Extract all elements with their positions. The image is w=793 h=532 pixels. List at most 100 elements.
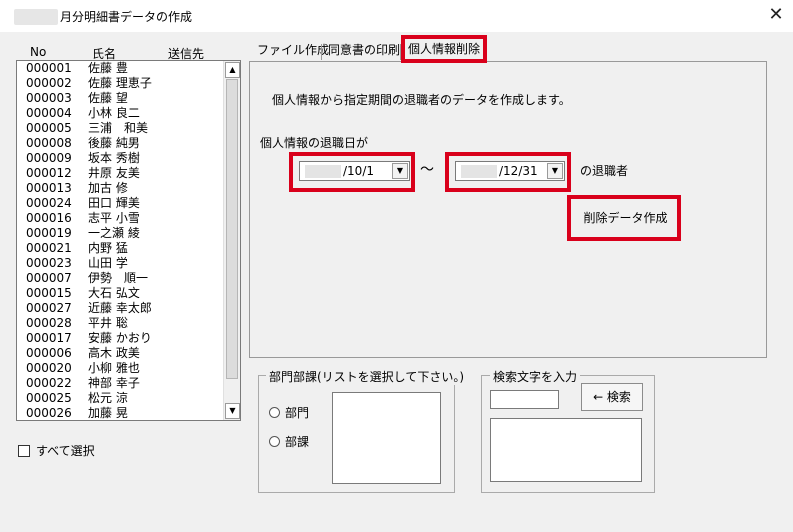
list-item[interactable]: 000007 伊勢 順一	[17, 271, 224, 286]
employee-number: 000019	[26, 226, 72, 240]
employee-name: 加古 修	[88, 181, 128, 195]
employee-number: 000023	[26, 256, 72, 270]
employee-name: 後藤 純男	[88, 136, 140, 150]
list-item[interactable]: 000006 高木 政美	[17, 346, 224, 361]
redacted-year	[305, 165, 341, 178]
radio-dept[interactable]: 部門	[269, 404, 309, 421]
employee-name: 井原 友美	[88, 166, 140, 180]
employee-number: 000024	[26, 196, 72, 210]
list-item[interactable]: 000005 三浦 和美	[17, 121, 224, 136]
list-item[interactable]: 000024 田口 輝美	[17, 196, 224, 211]
from-date-value: /10/1	[343, 164, 374, 178]
scroll-thumb[interactable]	[226, 79, 238, 379]
employee-name: 坂本 秀樹	[88, 151, 140, 165]
list-item[interactable]: 000028 平井 聡	[17, 316, 224, 331]
retiree-label: の退職者	[580, 164, 629, 178]
tab-personal-info-delete[interactable]: 個人情報削除	[401, 35, 487, 63]
employee-number: 000015	[26, 286, 72, 300]
employee-name: 田口 輝美	[88, 196, 140, 210]
employee-name: 大石 弘文	[88, 286, 140, 300]
employee-number: 000002	[26, 76, 72, 90]
search-button[interactable]: ← 検索	[581, 383, 643, 411]
employee-name: 佐藤 理恵子	[88, 76, 152, 90]
list-item[interactable]: 000023 山田 学	[17, 256, 224, 271]
tab-separator	[321, 44, 322, 60]
dropdown-arrow-icon[interactable]: ▼	[547, 163, 563, 179]
dropdown-arrow-icon[interactable]: ▼	[392, 163, 408, 179]
list-item[interactable]: 000012 井原 友美	[17, 166, 224, 181]
employee-number: 000022	[26, 376, 72, 390]
scroll-down-arrow-icon[interactable]: ▼	[225, 403, 240, 419]
employee-rows: 000001 佐藤 豊 000002 佐藤 理恵子 000003 佐藤 望 000004 小林…	[17, 61, 224, 420]
employee-name: 小林 良二	[88, 106, 140, 120]
list-item[interactable]: 000017 安藤 かおり	[17, 331, 224, 346]
search-input[interactable]	[490, 390, 559, 409]
radio-circle[interactable]	[269, 436, 280, 447]
list-item[interactable]: 000002 佐藤 理恵子	[17, 76, 224, 91]
employee-number: 000026	[26, 406, 72, 420]
create-delete-data-button[interactable]: 削除データ作成	[575, 200, 676, 236]
list-item[interactable]: 000003 佐藤 望	[17, 91, 224, 106]
list-item[interactable]: 000026 加藤 晃	[17, 406, 224, 420]
employee-number: 000006	[26, 346, 72, 360]
scroll-up-arrow-icon[interactable]: ▲	[225, 62, 240, 78]
employee-name: 神部 幸子	[88, 376, 140, 390]
redacted-year	[461, 165, 497, 178]
employee-number: 000020	[26, 361, 72, 375]
employee-number: 000027	[26, 301, 72, 315]
employee-number: 000004	[26, 106, 72, 120]
list-item[interactable]: 000009 坂本 秀樹	[17, 151, 224, 166]
select-all-checkbox[interactable]: すべて選択	[18, 442, 95, 459]
employee-name: 伊勢 順一	[88, 271, 149, 285]
employee-listbox[interactable]: 000001 佐藤 豊 000002 佐藤 理恵子 000003 佐藤 望 000004 小林…	[16, 60, 241, 421]
employee-number: 000005	[26, 121, 72, 135]
radio-section-label: 部課	[285, 435, 310, 449]
employee-number: 000008	[26, 136, 72, 150]
employee-name: 加藤 晃	[88, 406, 128, 420]
radio-circle[interactable]	[269, 407, 280, 418]
list-item[interactable]: 000008 後藤 純男	[17, 136, 224, 151]
title-bar: 月分明細書データの作成 ✕	[0, 0, 793, 32]
employee-name: 一之瀬 綾	[88, 226, 140, 240]
panel-description: 個人情報から指定期間の退職者のデータを作成します。	[272, 93, 571, 107]
list-item[interactable]: 000021 内野 猛	[17, 241, 224, 256]
list-item[interactable]: 000020 小柳 雅也	[17, 361, 224, 376]
list-item[interactable]: 000013 加古 修	[17, 181, 224, 196]
list-item[interactable]: 000025 松元 涼	[17, 391, 224, 406]
list-item[interactable]: 000004 小林 良二	[17, 106, 224, 121]
list-item[interactable]: 000019 一之瀬 綾	[17, 226, 224, 241]
employee-name: 佐藤 豊	[88, 61, 128, 75]
list-scrollbar[interactable]: ▲ ▼	[223, 61, 240, 420]
employee-name: 志平 小雪	[88, 211, 140, 225]
tab-consent-print[interactable]: 同意書の印刷	[326, 40, 402, 62]
select-all-label: すべて選択	[36, 444, 95, 458]
employee-name: 内野 猛	[88, 241, 128, 255]
from-date-dropdown[interactable]: /10/1 ▼	[299, 161, 410, 181]
employee-name: 平井 聡	[88, 316, 128, 330]
range-tilde: 〜	[420, 162, 434, 178]
employee-number: 000012	[26, 166, 72, 180]
to-date-dropdown[interactable]: /12/31 ▼	[455, 161, 565, 181]
employee-number: 000025	[26, 391, 72, 405]
employee-number: 000009	[26, 151, 72, 165]
checkbox-box[interactable]	[18, 444, 30, 457]
search-group-label: 検索文字を入力	[490, 368, 581, 385]
search-results-listbox[interactable]	[490, 418, 642, 482]
employee-number: 000028	[26, 316, 72, 330]
employee-number: 000016	[26, 211, 72, 225]
employee-name: 三浦 和美	[88, 121, 149, 135]
close-button[interactable]: ✕	[760, 2, 792, 30]
employee-name: 山田 学	[88, 256, 128, 270]
list-item[interactable]: 000027 近藤 幸太郎	[17, 301, 224, 316]
list-item[interactable]: 000001 佐藤 豊	[17, 61, 224, 76]
list-item[interactable]: 000016 志平 小雪	[17, 211, 224, 226]
list-item[interactable]: 000022 神部 幸子	[17, 376, 224, 391]
list-item[interactable]: 000015 大石 弘文	[17, 286, 224, 301]
employee-name: 小柳 雅也	[88, 361, 140, 375]
dept-listbox[interactable]	[332, 392, 441, 484]
tab-file-create[interactable]: ファイル作成	[255, 40, 331, 62]
employee-number: 000007	[26, 271, 72, 285]
employee-name: 松元 涼	[88, 391, 128, 405]
employee-name: 近藤 幸太郎	[88, 301, 152, 315]
radio-section[interactable]: 部課	[269, 433, 309, 450]
